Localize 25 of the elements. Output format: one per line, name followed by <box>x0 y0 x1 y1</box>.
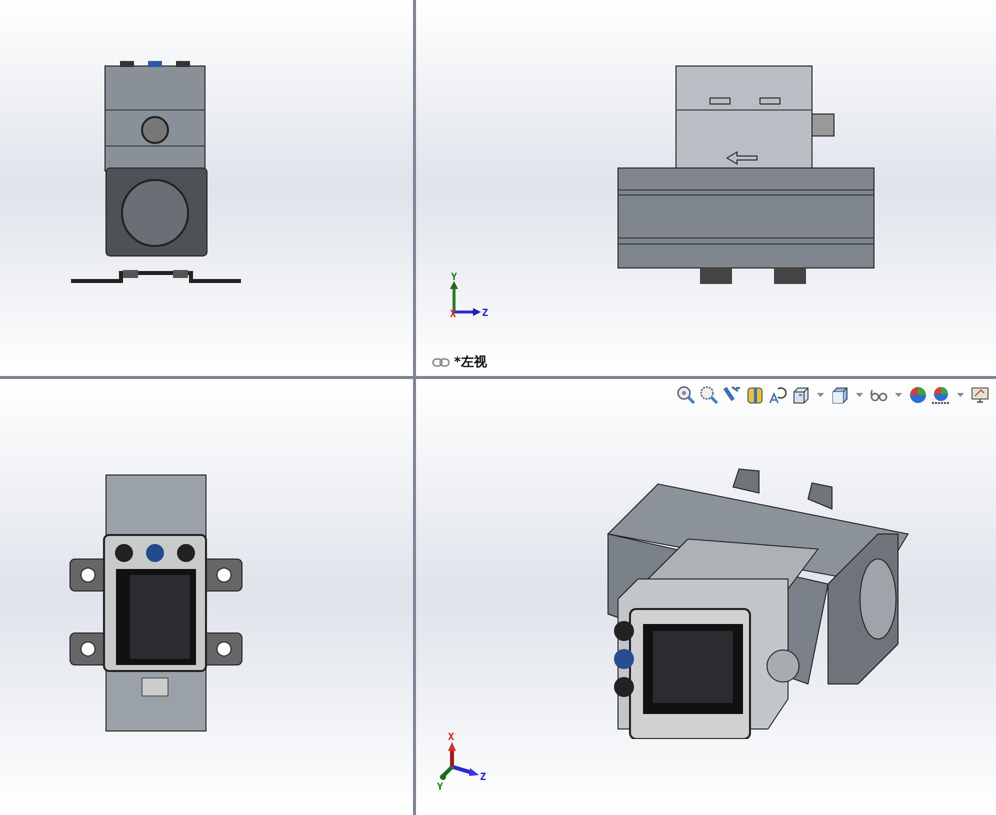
axis-label: X <box>450 309 456 320</box>
axis-label: Y <box>437 782 444 793</box>
z-axis-arrow <box>454 308 481 316</box>
caret-icon[interactable] <box>856 393 863 397</box>
caret-icon[interactable] <box>957 393 964 397</box>
link-icon <box>432 358 450 367</box>
view-label: *左视 <box>454 354 487 372</box>
magnifier-icon[interactable] <box>676 385 696 405</box>
axis-label: Z <box>480 772 486 783</box>
z-axis-arrow <box>452 765 479 776</box>
axis-label: Z <box>482 308 488 319</box>
monitor-icon[interactable] <box>970 385 990 405</box>
x-axis-arrow <box>448 742 456 767</box>
cube-icon[interactable] <box>830 385 850 405</box>
y-axis-arrow <box>440 766 454 780</box>
scene-icon[interactable] <box>931 385 951 405</box>
color-ball-icon[interactable] <box>908 385 928 405</box>
rotate-letter-icon[interactable] <box>768 385 788 405</box>
axis-label: Y <box>451 272 458 283</box>
caret-icon[interactable] <box>817 393 824 397</box>
caret-icon[interactable] <box>895 393 902 397</box>
cube-icon[interactable] <box>791 385 811 405</box>
cylinder-section-icon[interactable] <box>745 385 765 405</box>
magnifier-icon[interactable] <box>699 385 719 405</box>
axis-label: X <box>448 732 454 743</box>
